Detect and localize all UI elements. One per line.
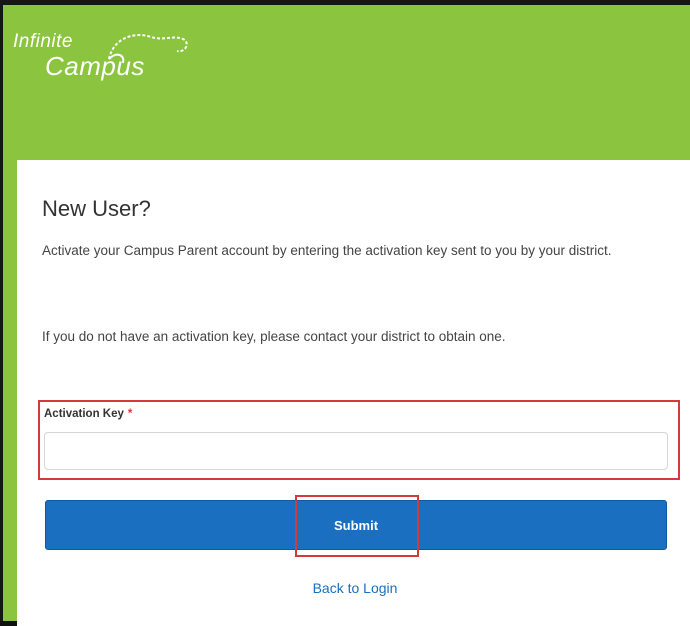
required-marker: * [127,408,133,420]
activation-key-label: Activation Key * [44,408,132,420]
logo-text-infinite: Infinite [13,31,73,52]
brand-header: Infinite Campus New User? Activate your … [3,5,690,626]
contact-district-text: If you do not have an activation key, pl… [42,329,506,344]
logo-swoosh-icon [108,34,188,64]
instructions-text: Activate your Campus Parent account by e… [42,243,612,258]
page-title: New User? [42,196,151,221]
submit-button[interactable]: Submit [45,500,667,550]
activation-card: New User? Activate your Campus Parent ac… [17,160,690,626]
back-to-login-link[interactable]: Back to Login [17,580,690,596]
activation-key-label-text: Activation Key [44,408,124,420]
activation-key-input[interactable] [44,432,668,470]
infinite-campus-logo: Infinite Campus [11,25,201,95]
browser-frame: Infinite Campus New User? Activate your … [0,0,690,626]
